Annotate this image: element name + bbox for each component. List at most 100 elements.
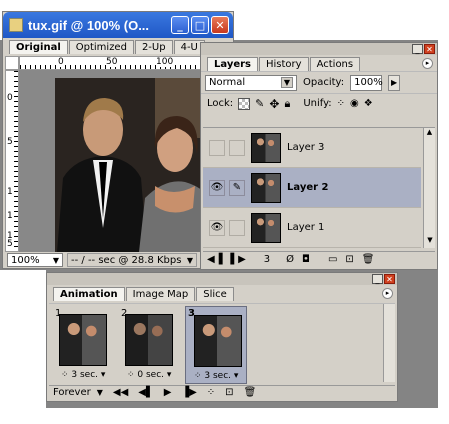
tab-slice[interactable]: Slice xyxy=(196,287,234,301)
document-title: tux.gif @ 100% (O... xyxy=(28,17,150,33)
scroll-down-icon[interactable]: ▼ xyxy=(424,236,436,248)
new-frame-icon[interactable]: ⊡ xyxy=(225,387,233,398)
frame-delay-value: 3 sec. xyxy=(204,371,232,381)
prev-frame-icon[interactable]: ◀▌ xyxy=(138,387,153,398)
opacity-label: Opacity: xyxy=(303,77,345,88)
layer-row-3[interactable]: Layer 3 xyxy=(203,128,421,168)
loop-select[interactable]: Forever ▼ xyxy=(53,387,103,398)
eye-icon[interactable]: 👁︎ xyxy=(209,219,225,236)
first-frame-icon[interactable]: ◀◀ xyxy=(113,387,128,398)
frame-strip: 1 ⁘ 3 sec. ▾ 2 ⁘ 0 sec. ▾ 3 ⁘ 3 sec. ▾ xyxy=(49,303,395,384)
layer-style-icon[interactable]: Ø xyxy=(286,254,294,265)
visibility-toggle[interactable] xyxy=(209,139,225,156)
link-toggle[interactable] xyxy=(229,219,245,236)
screen-margin-right xyxy=(438,0,449,424)
layer-name: Layer 3 xyxy=(287,142,325,153)
layers-panel-titlebar[interactable]: _ ✕ xyxy=(201,43,437,55)
frame-delay[interactable]: ⁘ 3 sec. ▾ xyxy=(61,370,105,380)
tab-history[interactable]: History xyxy=(259,57,309,71)
scroll-up-icon[interactable]: ▲ xyxy=(424,128,435,140)
lock-paint-icon[interactable]: ✎ xyxy=(255,97,264,110)
layer-scrollbar[interactable]: ▲ ▼ xyxy=(423,128,435,248)
animation-bottom-bar: Forever ▼ ◀◀ ◀▌ ▶ ▐▶ ⁘ ⊡ 🗑︎ xyxy=(49,385,395,399)
prev-frame-icon[interactable]: ◀▐ xyxy=(207,254,222,265)
frame-thumbnail xyxy=(125,314,173,366)
close-button[interactable]: ✕ xyxy=(211,16,229,34)
link-toggle[interactable] xyxy=(229,139,245,156)
unify-position-icon[interactable]: ⁘ xyxy=(337,98,345,109)
lock-move-icon[interactable]: ✥ xyxy=(269,97,279,111)
tab-original[interactable]: Original xyxy=(9,40,68,54)
blend-mode-select[interactable]: Normal ▼ xyxy=(205,74,297,91)
layers-bottom-bar: ◀▐ ▌▶ 3 Ø ◘ ▭ ⊡ 🗑︎ xyxy=(203,251,435,267)
layers-panel-tabs: Layers History Actions ▸ xyxy=(201,55,437,71)
screen-margin-left xyxy=(0,270,46,424)
ruler-left-label: 1 xyxy=(7,187,13,197)
lock-transparency-icon[interactable] xyxy=(238,97,251,110)
close-button[interactable]: ✕ xyxy=(384,274,395,284)
play-icon[interactable]: ▶ xyxy=(164,387,172,398)
frame-count: 3 xyxy=(263,254,271,265)
layer-thumbnail xyxy=(251,212,281,243)
unify-visibility-icon[interactable]: ◉ xyxy=(350,98,359,109)
layer-name: Layer 1 xyxy=(287,222,325,233)
new-set-icon[interactable]: ▭ xyxy=(328,254,337,265)
chevron-down-icon: ▼ xyxy=(96,388,103,397)
chevron-down-icon: ▼ xyxy=(52,255,59,265)
trash-icon[interactable]: 🗑︎ xyxy=(244,387,257,398)
tab-layers[interactable]: Layers xyxy=(207,57,258,71)
layer-mask-icon[interactable]: ◘ xyxy=(302,254,310,265)
ruler-top-label: 0 xyxy=(58,57,64,67)
trash-icon[interactable]: 🗑︎ xyxy=(362,254,375,265)
frame-3[interactable]: 3 ⁘ 3 sec. ▾ xyxy=(185,306,247,384)
ruler-left-label: 5 xyxy=(7,239,13,249)
layer-row-1[interactable]: 👁︎ Layer 1 xyxy=(203,208,421,248)
frame-delay[interactable]: ⁘ 3 sec. ▾ xyxy=(194,371,238,381)
ruler-top-label: 100 xyxy=(156,57,174,67)
tab-optimized[interactable]: Optimized xyxy=(68,40,134,54)
ruler-left: 0 5 1 1 1 5 xyxy=(5,70,19,252)
loop-value: Forever xyxy=(53,387,91,398)
opacity-input[interactable]: 100% xyxy=(350,74,383,91)
close-button[interactable]: ✕ xyxy=(424,44,435,54)
unify-label: Unify: xyxy=(303,98,332,109)
frame-2[interactable]: 2 ⁘ 0 sec. ▾ xyxy=(119,308,177,384)
frame-delay[interactable]: ⁘ 0 sec. ▾ xyxy=(127,370,171,380)
eye-icon[interactable]: 👁︎ xyxy=(209,179,225,196)
document-titlebar[interactable]: tux.gif @ 100% (O... _ □ ✕ xyxy=(3,12,233,38)
blend-mode-value: Normal xyxy=(209,77,246,88)
minimize-button[interactable]: _ xyxy=(412,44,423,54)
tab-actions[interactable]: Actions xyxy=(309,57,361,71)
minimize-button[interactable]: _ xyxy=(171,16,189,34)
opacity-value: 100% xyxy=(354,77,383,88)
next-frame-icon[interactable]: ▐▶ xyxy=(181,387,196,398)
panel-menu-icon[interactable]: ▸ xyxy=(382,288,393,299)
zoom-select[interactable]: 100% ▼ xyxy=(7,253,63,267)
download-info: -- / -- sec @ 28.8 Kbps xyxy=(71,254,182,266)
lock-label: Lock: xyxy=(207,98,234,109)
tween-icon[interactable]: ⁘ xyxy=(207,387,215,398)
download-info-select[interactable]: -- / -- sec @ 28.8 Kbps ▼ xyxy=(67,253,197,267)
layer-row-2[interactable]: 👁︎ ✎ Layer 2 xyxy=(203,168,421,208)
blend-row: Normal ▼ Opacity: 100% ▶ xyxy=(201,71,437,93)
screen-margin-bottom xyxy=(0,408,449,424)
layers-panel: _ ✕ Layers History Actions ▸ Normal ▼ Opac… xyxy=(200,42,438,270)
brush-icon[interactable]: ✎ xyxy=(229,179,245,196)
unify-style-icon[interactable]: ❖ xyxy=(364,98,373,109)
ruler-top-label: 50 xyxy=(106,57,118,67)
maximize-button[interactable]: □ xyxy=(191,16,209,34)
frame-scrollbar[interactable] xyxy=(383,304,395,382)
panel-menu-icon[interactable]: ▸ xyxy=(422,58,433,69)
opacity-arrow-icon[interactable]: ▶ xyxy=(388,74,401,91)
animation-panel-tabs: Animation Image Map Slice ▸ xyxy=(47,285,397,301)
next-frame-icon[interactable]: ▌▶ xyxy=(230,254,245,265)
frame-delay-value: 3 sec. xyxy=(71,370,99,380)
new-layer-icon[interactable]: ⊡ xyxy=(345,254,353,265)
tab-image-map[interactable]: Image Map xyxy=(125,287,196,301)
tab-2up[interactable]: 2-Up xyxy=(134,40,173,54)
frame-1[interactable]: 1 ⁘ 3 sec. ▾ xyxy=(53,308,111,384)
tab-animation[interactable]: Animation xyxy=(53,287,125,301)
minimize-button[interactable]: _ xyxy=(372,274,383,284)
animation-panel-titlebar[interactable]: _ ✕ xyxy=(47,273,397,285)
lock-all-icon[interactable]: 🔒︎ xyxy=(284,97,290,111)
